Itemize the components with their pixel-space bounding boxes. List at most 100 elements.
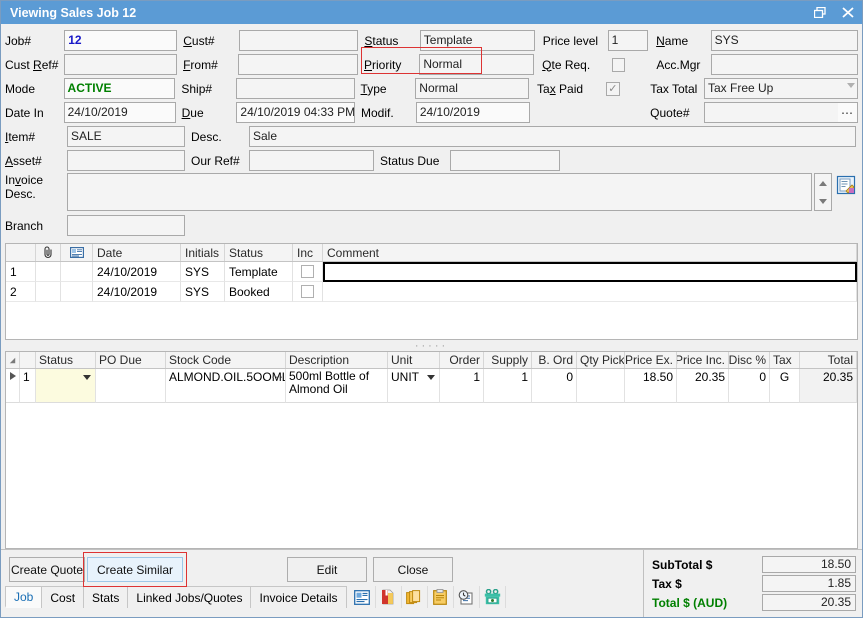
qte-req-checkbox[interactable]: [612, 58, 625, 72]
comment-row-inc-checkbox[interactable]: [293, 262, 323, 282]
status-due-field[interactable]: [450, 150, 560, 171]
item-number-field[interactable]: SALE: [67, 126, 185, 147]
priority-field[interactable]: Normal: [419, 54, 534, 75]
comments-col-initials[interactable]: Initials: [181, 244, 225, 261]
row-indicator-icon: [6, 369, 20, 403]
external-edit-icon[interactable]: [836, 175, 858, 197]
comment-row-status: Template: [225, 262, 293, 282]
item-status-cell[interactable]: [36, 369, 96, 403]
comment-row-inc-checkbox[interactable]: [293, 282, 323, 302]
chevron-down-icon: [847, 83, 855, 88]
status-field[interactable]: Template: [420, 30, 535, 51]
items-col-price-inc[interactable]: Price Inc.: [677, 352, 729, 368]
comments-col-status[interactable]: Status: [225, 244, 293, 261]
spinner-updown-icon[interactable]: [814, 173, 832, 211]
price-level-field[interactable]: 1: [608, 30, 648, 51]
tab-invoice-details[interactable]: Invoice Details: [250, 586, 346, 608]
items-col-selector[interactable]: [6, 352, 20, 368]
description-field[interactable]: Sale: [249, 126, 856, 147]
quote-browse-button[interactable]: ⋯: [838, 103, 857, 122]
document-icon[interactable]: [350, 586, 376, 608]
bottom-bar: Create Quote Create Similar Edit Close J…: [1, 549, 862, 617]
toolbar-icons: [350, 586, 506, 608]
edit-button[interactable]: Edit: [287, 557, 367, 582]
comments-col-inc[interactable]: Inc: [293, 244, 323, 261]
type-label: Type: [361, 82, 416, 96]
note-icon[interactable]: [61, 244, 93, 261]
branch-field[interactable]: [67, 215, 185, 236]
comment-row-note-cell[interactable]: [61, 262, 93, 282]
grid-splitter[interactable]: ·····: [1, 340, 862, 351]
item-order: 1: [440, 369, 484, 403]
clipboard-icon[interactable]: [428, 586, 454, 608]
acc-mgr-field[interactable]: [711, 54, 858, 75]
type-field[interactable]: Normal: [415, 78, 529, 99]
item-unit-cell[interactable]: UNIT: [388, 369, 440, 403]
table-row[interactable]: 1 24/10/2019 SYS Template: [6, 262, 857, 282]
modif-field[interactable]: 24/10/2019: [416, 102, 530, 123]
comment-row-attachment-cell[interactable]: [36, 262, 61, 282]
subtotal-row: SubTotal $ 18.50: [652, 556, 856, 573]
comment-row-comment[interactable]: [323, 262, 857, 282]
red-folder-icon[interactable]: [376, 586, 402, 608]
tab-linked-jobs-quotes[interactable]: Linked Jobs/Quotes: [127, 586, 251, 608]
tax-total-label: Tax Total: [650, 82, 704, 96]
ship-number-field[interactable]: [236, 78, 354, 99]
create-similar-button[interactable]: Create Similar: [87, 557, 183, 582]
our-ref-field[interactable]: [249, 150, 374, 171]
item-total: 20.35: [800, 369, 857, 403]
attachment-icon[interactable]: [36, 244, 61, 261]
items-col-order[interactable]: Order: [440, 352, 484, 368]
status-label: Status: [364, 34, 419, 48]
asset-number-field[interactable]: [67, 150, 185, 171]
comment-row-status: Booked: [225, 282, 293, 302]
tax-paid-checkbox[interactable]: ✓: [606, 82, 619, 96]
close-button[interactable]: Close: [373, 557, 453, 582]
items-col-stock-code[interactable]: Stock Code: [166, 352, 286, 368]
comment-row-note-cell[interactable]: [61, 282, 93, 302]
items-col-qty-pick[interactable]: Qty Pick: [577, 352, 625, 368]
tab-cost[interactable]: Cost: [41, 586, 84, 608]
item-price-ex: 18.50: [625, 369, 677, 403]
invoice-desc-field[interactable]: [67, 173, 812, 211]
due-field[interactable]: 24/10/2019 04:33 PM: [236, 102, 355, 123]
money-gift-icon[interactable]: [480, 586, 506, 608]
tab-stats[interactable]: Stats: [83, 586, 128, 608]
job-form: Job# 12 Cust# Status Template Price leve…: [1, 24, 862, 238]
job-number-field[interactable]: 12: [64, 30, 177, 51]
stock-code-browse-button[interactable]: ⋯: [271, 370, 283, 384]
tax-row: Tax $ 1.85: [652, 575, 856, 592]
close-icon[interactable]: [834, 1, 862, 24]
table-row[interactable]: 2 24/10/2019 SYS Booked: [6, 282, 857, 302]
items-col-status[interactable]: Status: [36, 352, 96, 368]
quote-number-field[interactable]: [704, 102, 858, 123]
table-row[interactable]: 1 ALMOND.OIL.5OOML ⋯ 500ml Bottle of Alm…: [6, 369, 857, 403]
item-stock-code[interactable]: ALMOND.OIL.5OOML ⋯: [166, 369, 286, 403]
items-col-po-due[interactable]: PO Due: [96, 352, 166, 368]
items-col-b-ord[interactable]: B. Ord: [532, 352, 577, 368]
create-quote-button[interactable]: Create Quote: [9, 557, 85, 582]
items-col-price-ex[interactable]: Price Ex.: [625, 352, 677, 368]
items-col-disc-pct[interactable]: Disc %: [729, 352, 770, 368]
tab-job[interactable]: Job: [5, 586, 42, 608]
cust-number-field[interactable]: [239, 30, 359, 51]
items-col-supply[interactable]: Supply: [484, 352, 532, 368]
items-col-total[interactable]: Total: [800, 352, 857, 368]
cust-ref-field[interactable]: [64, 54, 177, 75]
items-col-unit[interactable]: Unit: [388, 352, 440, 368]
copy-pages-icon[interactable]: [402, 586, 428, 608]
tax-total-select[interactable]: Tax Free Up: [704, 78, 858, 99]
items-col-tax[interactable]: Tax: [770, 352, 800, 368]
comment-row-attachment-cell[interactable]: [36, 282, 61, 302]
tax-paid-label: Tax Paid: [537, 82, 601, 96]
name-field[interactable]: SYS: [711, 30, 858, 51]
date-in-field[interactable]: 24/10/2019: [64, 102, 176, 123]
restore-icon[interactable]: [806, 1, 834, 24]
history-icon[interactable]: [454, 586, 480, 608]
comments-col-comment[interactable]: Comment: [323, 244, 857, 261]
checkbox-glyph: [301, 265, 314, 278]
mode-field[interactable]: ACTIVE: [64, 78, 176, 99]
items-col-description[interactable]: Description: [286, 352, 388, 368]
from-number-field[interactable]: [238, 54, 358, 75]
comments-col-date[interactable]: Date: [93, 244, 181, 261]
